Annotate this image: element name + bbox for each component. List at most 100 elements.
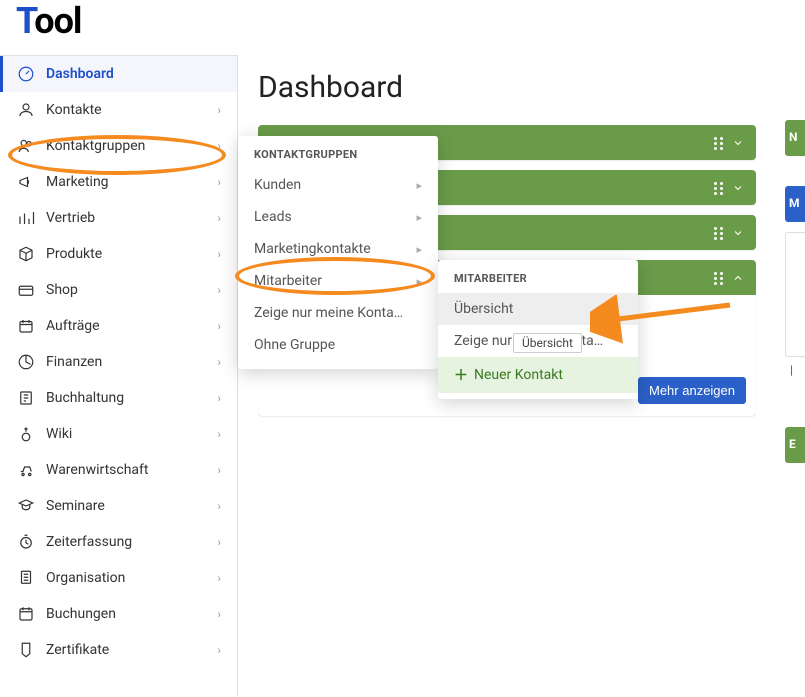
sidebar-item-kontakte[interactable]: Kontakte › <box>0 92 237 128</box>
chevron-right-icon: › <box>217 607 221 621</box>
show-more-button[interactable]: Mehr anzeigen <box>638 377 746 404</box>
sidebar-item-label: Dashboard <box>46 66 114 82</box>
inventory-icon <box>16 461 36 479</box>
sidebar-item-vertrieb[interactable]: Vertrieb › <box>0 200 237 236</box>
sidebar-item-label: Buchhaltung <box>46 390 124 406</box>
sidebar-item-label: Kontaktgruppen <box>46 138 145 154</box>
flyout-item-mitarbeiter[interactable]: Mitarbeiter ▸ <box>238 265 438 297</box>
drag-handle-icon[interactable] <box>714 226 724 240</box>
sidebar-item-zertifikate[interactable]: Zertifikate › <box>0 632 237 668</box>
flyout-item-marketingkontakte[interactable]: Marketingkontakte ▸ <box>238 233 438 265</box>
sidebar-item-shop[interactable]: Shop › <box>0 272 237 308</box>
sidebar-item-kontaktgruppen[interactable]: Kontaktgruppen › <box>0 128 237 164</box>
sidebar-item-buchhaltung[interactable]: Buchhaltung › <box>0 380 237 416</box>
sidebar: Dashboard Kontakte › Kontaktgruppen › Ma… <box>0 55 238 697</box>
orders-icon <box>16 317 36 335</box>
chevron-right-icon: › <box>217 535 221 549</box>
flyout-kontaktgruppen: KONTAKTGRUPPEN Kunden ▸ Leads ▸ Marketin… <box>238 136 438 369</box>
logo-letter: T <box>16 0 34 42</box>
drag-handle-icon[interactable] <box>714 136 724 150</box>
chevron-right-icon: › <box>217 211 221 225</box>
sidebar-item-label: Zeiterfassung <box>46 534 132 550</box>
right-panel-header-fragment[interactable]: M <box>785 186 805 222</box>
flyout-item-ohne-gruppe[interactable]: Ohne Gruppe <box>238 329 438 361</box>
chevron-right-icon: › <box>217 643 221 657</box>
sidebar-item-produkte[interactable]: Produkte › <box>0 236 237 272</box>
tooltip: Übersicht <box>513 333 582 353</box>
sales-icon <box>16 209 36 227</box>
sidebar-item-organisation[interactable]: Organisation › <box>0 560 237 596</box>
sidebar-item-label: Marketing <box>46 174 109 190</box>
chevron-right-icon: › <box>217 139 221 153</box>
chevron-right-icon: ▸ <box>416 211 422 224</box>
flyout-item-label: Marketingkontakte <box>254 241 371 257</box>
sidebar-item-label: Wiki <box>46 426 72 442</box>
accounting-icon <box>16 389 36 407</box>
sidebar-item-warenwirtschaft[interactable]: Warenwirtschaft › <box>0 452 237 488</box>
chevron-right-icon: › <box>217 355 221 369</box>
drag-handle-icon[interactable] <box>714 271 724 285</box>
sidebar-item-auftraege[interactable]: Aufträge › <box>0 308 237 344</box>
flyout-item-neuer-kontakt[interactable]: ＋ Neuer Kontakt <box>438 357 638 393</box>
sidebar-item-label: Produkte <box>46 246 102 262</box>
flyout-item-own-contacts[interactable]: Zeige nur meine Konta… <box>238 297 438 329</box>
chevron-right-icon: › <box>217 427 221 441</box>
chevron-down-icon[interactable] <box>732 182 744 194</box>
dashboard-icon <box>16 65 36 83</box>
flyout-title: MITARBEITER <box>438 260 638 293</box>
right-panel-header-fragment[interactable]: E <box>785 427 805 463</box>
sidebar-item-dashboard[interactable]: Dashboard <box>0 56 237 92</box>
finance-icon <box>16 353 36 371</box>
seminars-icon <box>16 497 36 515</box>
flyout-item-label: Mitarbeiter <box>254 273 322 289</box>
sidebar-item-label: Kontakte <box>46 102 102 118</box>
flyout-item-label: Zeige nur meine Konta… <box>254 305 403 321</box>
chevron-down-icon[interactable] <box>732 227 744 239</box>
contact-icon <box>16 101 36 119</box>
sidebar-item-label: Finanzen <box>46 354 102 370</box>
chevron-right-icon: › <box>217 283 221 297</box>
sidebar-item-buchungen[interactable]: Buchungen › <box>0 596 237 632</box>
chevron-right-icon: › <box>217 463 221 477</box>
flyout-item-label: Kunden <box>254 177 301 193</box>
sidebar-item-label: Vertrieb <box>46 210 95 226</box>
sidebar-item-label: Shop <box>46 282 78 298</box>
sidebar-item-wiki[interactable]: Wiki › <box>0 416 237 452</box>
sidebar-item-label: Organisation <box>46 570 125 586</box>
logo-rest: ool <box>34 0 81 42</box>
flyout-title: KONTAKTGRUPPEN <box>238 136 438 169</box>
sidebar-item-label: Aufträge <box>46 318 100 334</box>
sidebar-item-zeiterfassung[interactable]: Zeiterfassung › <box>0 524 237 560</box>
chevron-right-icon: › <box>217 571 221 585</box>
sidebar-item-marketing[interactable]: Marketing › <box>0 164 237 200</box>
sidebar-item-finanzen[interactable]: Finanzen › <box>0 344 237 380</box>
drag-handle-icon[interactable] <box>714 181 724 195</box>
chevron-right-icon: › <box>217 247 221 261</box>
sidebar-item-label: Seminare <box>46 498 105 514</box>
chevron-right-icon: ▸ <box>416 179 422 192</box>
plus-icon: ＋ <box>454 365 468 385</box>
chevron-right-icon: ▸ <box>416 275 422 288</box>
contact-groups-icon <box>16 137 36 155</box>
flyout-item-kunden[interactable]: Kunden ▸ <box>238 169 438 201</box>
chevron-right-icon: › <box>217 499 221 513</box>
chevron-right-icon: › <box>217 175 221 189</box>
chevron-down-icon[interactable] <box>732 137 744 149</box>
flyout-item-label: Ohne Gruppe <box>254 337 335 353</box>
chevron-right-icon: › <box>217 391 221 405</box>
marketing-icon <box>16 173 36 191</box>
sidebar-item-seminare[interactable]: Seminare › <box>0 488 237 524</box>
chevron-up-icon[interactable] <box>732 272 744 284</box>
sidebar-item-label: Zertifikate <box>46 642 109 658</box>
flyout-item-label: Übersicht <box>454 301 513 317</box>
sidebar-item-label: Buchungen <box>46 606 116 622</box>
time-tracking-icon <box>16 533 36 551</box>
right-panel-body-fragment <box>785 232 805 357</box>
certificates-icon <box>16 641 36 659</box>
chevron-right-icon: › <box>217 103 221 117</box>
chevron-right-icon: ▸ <box>416 243 422 256</box>
shop-icon <box>16 281 36 299</box>
flyout-item-leads[interactable]: Leads ▸ <box>238 201 438 233</box>
right-panel-header-fragment[interactable]: N <box>785 120 805 156</box>
flyout-item-uebersicht[interactable]: Übersicht <box>438 293 638 325</box>
